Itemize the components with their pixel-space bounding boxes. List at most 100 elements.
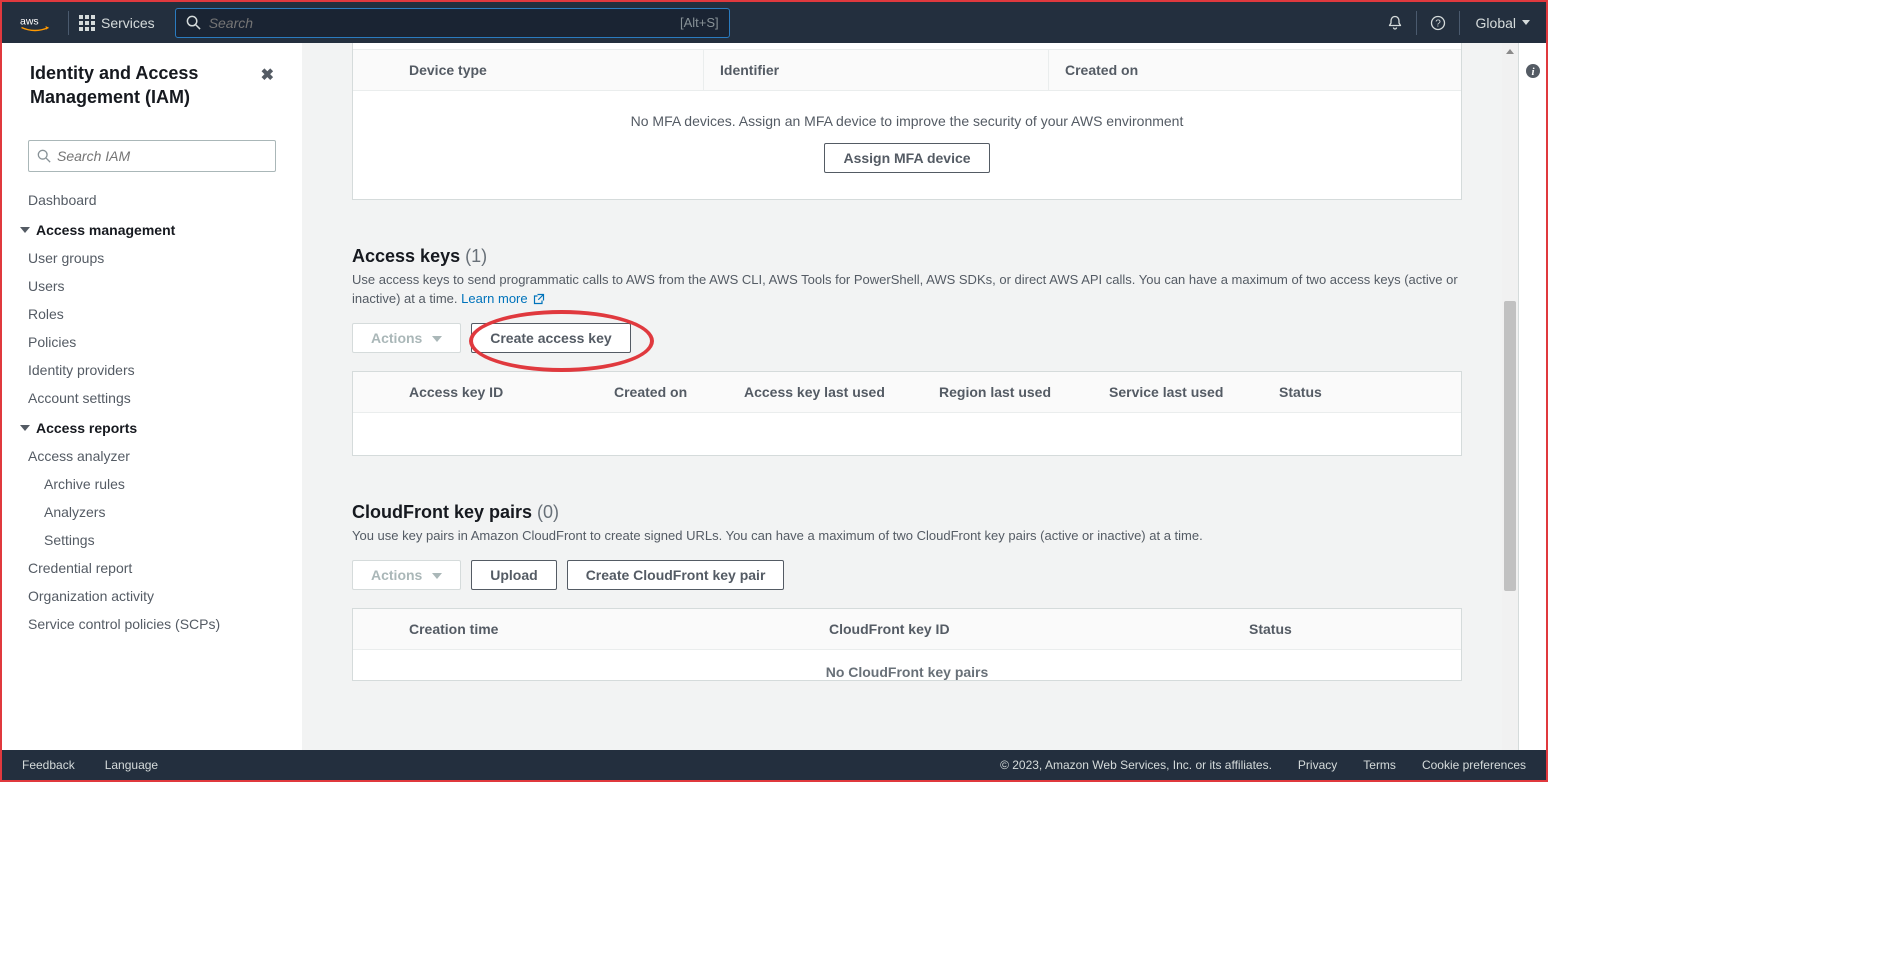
region-selector[interactable]: Global bbox=[1459, 11, 1546, 35]
col-last-used: Access key last used bbox=[728, 372, 923, 412]
caret-down-icon bbox=[432, 573, 442, 579]
col-created-on: Created on bbox=[1048, 50, 1461, 90]
info-icon[interactable]: i bbox=[1525, 63, 1541, 79]
main-content: Device type Identifier Created on No MFA… bbox=[302, 43, 1546, 750]
notifications-button[interactable] bbox=[1374, 11, 1416, 35]
col-cloudfront-key-id: CloudFront key ID bbox=[813, 609, 1233, 649]
nav-user-groups[interactable]: User groups bbox=[2, 244, 302, 272]
nav-settings[interactable]: Settings bbox=[2, 526, 302, 554]
scroll-up-button[interactable] bbox=[1502, 43, 1518, 59]
mfa-table-header: Device type Identifier Created on bbox=[353, 50, 1461, 91]
grid-icon bbox=[79, 15, 95, 31]
footer-terms-link[interactable]: Terms bbox=[1363, 758, 1396, 772]
nav-analyzers[interactable]: Analyzers bbox=[2, 498, 302, 526]
mfa-empty-text: No MFA devices. Assign an MFA device to … bbox=[353, 113, 1461, 129]
sidebar-search-input[interactable] bbox=[57, 148, 267, 164]
access-keys-learn-more-link[interactable]: Learn more bbox=[461, 291, 545, 306]
assign-mfa-device-button[interactable]: Assign MFA device bbox=[824, 143, 989, 173]
help-icon: ? bbox=[1430, 15, 1446, 31]
col-access-key-id: Access key ID bbox=[353, 372, 598, 412]
nav-section-access-management[interactable]: Access management bbox=[2, 214, 302, 244]
col-region-last-used: Region last used bbox=[923, 372, 1093, 412]
cloudfront-button-row: Actions Upload Create CloudFront key pai… bbox=[352, 546, 1462, 606]
services-menu-button[interactable]: Services bbox=[68, 11, 165, 35]
services-label: Services bbox=[101, 15, 155, 31]
search-icon bbox=[37, 149, 51, 163]
svg-text:?: ? bbox=[1435, 18, 1441, 29]
arrow-up-icon bbox=[1506, 49, 1514, 54]
access-keys-count: (1) bbox=[465, 246, 487, 266]
cloudfront-panel: Creation time CloudFront key ID Status N… bbox=[352, 608, 1462, 681]
access-keys-table-header: Access key ID Created on Access key last… bbox=[353, 372, 1461, 413]
main-scroll-area[interactable]: Device type Identifier Created on No MFA… bbox=[302, 43, 1502, 750]
caret-down-icon bbox=[1522, 20, 1530, 25]
mfa-devices-panel: Device type Identifier Created on No MFA… bbox=[352, 43, 1462, 200]
access-keys-actions-button[interactable]: Actions bbox=[352, 323, 461, 353]
col-status: Status bbox=[1233, 609, 1461, 649]
access-keys-title: Access keys (1) bbox=[352, 246, 1462, 267]
region-label: Global bbox=[1476, 15, 1516, 31]
nav-section-label: Access management bbox=[36, 222, 175, 238]
access-keys-title-text: Access keys bbox=[352, 246, 460, 266]
help-button[interactable]: ? bbox=[1416, 11, 1459, 35]
bell-icon bbox=[1387, 15, 1403, 31]
col-status: Status bbox=[1263, 372, 1461, 412]
nav-archive-rules[interactable]: Archive rules bbox=[2, 470, 302, 498]
cloudfront-actions-button[interactable]: Actions bbox=[352, 560, 461, 590]
footer-feedback-link[interactable]: Feedback bbox=[22, 758, 75, 772]
footer-cookie-link[interactable]: Cookie preferences bbox=[1422, 758, 1526, 772]
global-search-wrap: [Alt+S] bbox=[175, 8, 730, 38]
access-keys-description: Use access keys to send programmatic cal… bbox=[352, 267, 1462, 309]
sidebar-title: Identity and Access Management (IAM) bbox=[30, 61, 261, 110]
col-identifier: Identifier bbox=[703, 50, 1048, 90]
search-shortcut-hint: [Alt+S] bbox=[680, 15, 719, 30]
col-created-on: Created on bbox=[598, 372, 728, 412]
nav-access-analyzer[interactable]: Access analyzer bbox=[2, 442, 302, 470]
cloudfront-table-header: Creation time CloudFront key ID Status bbox=[353, 609, 1461, 650]
caret-down-icon bbox=[20, 425, 30, 431]
create-access-key-button[interactable]: Create access key bbox=[471, 323, 630, 353]
mfa-empty-state: No MFA devices. Assign an MFA device to … bbox=[353, 91, 1461, 199]
access-keys-empty-row bbox=[353, 413, 1461, 455]
nav-users[interactable]: Users bbox=[2, 272, 302, 300]
search-icon bbox=[186, 15, 201, 30]
nav-credential-report[interactable]: Credential report bbox=[2, 554, 302, 582]
scrollbar-thumb[interactable] bbox=[1504, 301, 1516, 591]
nav-section-access-reports[interactable]: Access reports bbox=[2, 412, 302, 442]
caret-down-icon bbox=[432, 336, 442, 342]
cloudfront-title-text: CloudFront key pairs bbox=[352, 502, 532, 522]
footer-language-link[interactable]: Language bbox=[105, 758, 158, 772]
caret-down-icon bbox=[20, 227, 30, 233]
nav-scps[interactable]: Service control policies (SCPs) bbox=[2, 610, 302, 638]
cloudfront-count: (0) bbox=[537, 502, 559, 522]
nav-roles[interactable]: Roles bbox=[2, 300, 302, 328]
access-keys-section-header: Access keys (1) Use access keys to send … bbox=[352, 228, 1462, 371]
footer: Feedback Language © 2023, Amazon Web Ser… bbox=[2, 750, 1546, 780]
nav-identity-providers[interactable]: Identity providers bbox=[2, 356, 302, 384]
aws-logo[interactable]: aws bbox=[2, 14, 68, 32]
footer-privacy-link[interactable]: Privacy bbox=[1298, 758, 1337, 772]
cloudfront-upload-button[interactable]: Upload bbox=[471, 560, 556, 590]
footer-copyright: © 2023, Amazon Web Services, Inc. or its… bbox=[1000, 758, 1272, 772]
nav-organization-activity[interactable]: Organization activity bbox=[2, 582, 302, 610]
create-cloudfront-keypair-button[interactable]: Create CloudFront key pair bbox=[567, 560, 785, 590]
nav-policies[interactable]: Policies bbox=[2, 328, 302, 356]
nav-section-label: Access reports bbox=[36, 420, 137, 436]
nav-dashboard[interactable]: Dashboard bbox=[2, 186, 302, 214]
svg-text:aws: aws bbox=[20, 15, 39, 27]
cloudfront-title: CloudFront key pairs (0) bbox=[352, 502, 1462, 523]
external-link-icon bbox=[533, 293, 545, 305]
sidebar-search-box[interactable] bbox=[28, 140, 276, 172]
top-nav: aws Services [Alt+S] ? Global bbox=[2, 2, 1546, 43]
vertical-scrollbar[interactable] bbox=[1502, 43, 1518, 750]
global-search-input[interactable] bbox=[209, 15, 680, 31]
cloudfront-description: You use key pairs in Amazon CloudFront t… bbox=[352, 523, 1462, 546]
access-keys-panel: Access key ID Created on Access key last… bbox=[352, 371, 1462, 456]
cloudfront-empty-text: No CloudFront key pairs bbox=[353, 650, 1461, 680]
col-service-last-used: Service last used bbox=[1093, 372, 1263, 412]
global-search-box[interactable]: [Alt+S] bbox=[175, 8, 730, 38]
info-panel-toggle-strip: i bbox=[1518, 43, 1546, 750]
nav-account-settings[interactable]: Account settings bbox=[2, 384, 302, 412]
sidebar-close-button[interactable]: ✖ bbox=[261, 65, 274, 85]
sidebar: Identity and Access Management (IAM) ✖ D… bbox=[2, 43, 302, 750]
